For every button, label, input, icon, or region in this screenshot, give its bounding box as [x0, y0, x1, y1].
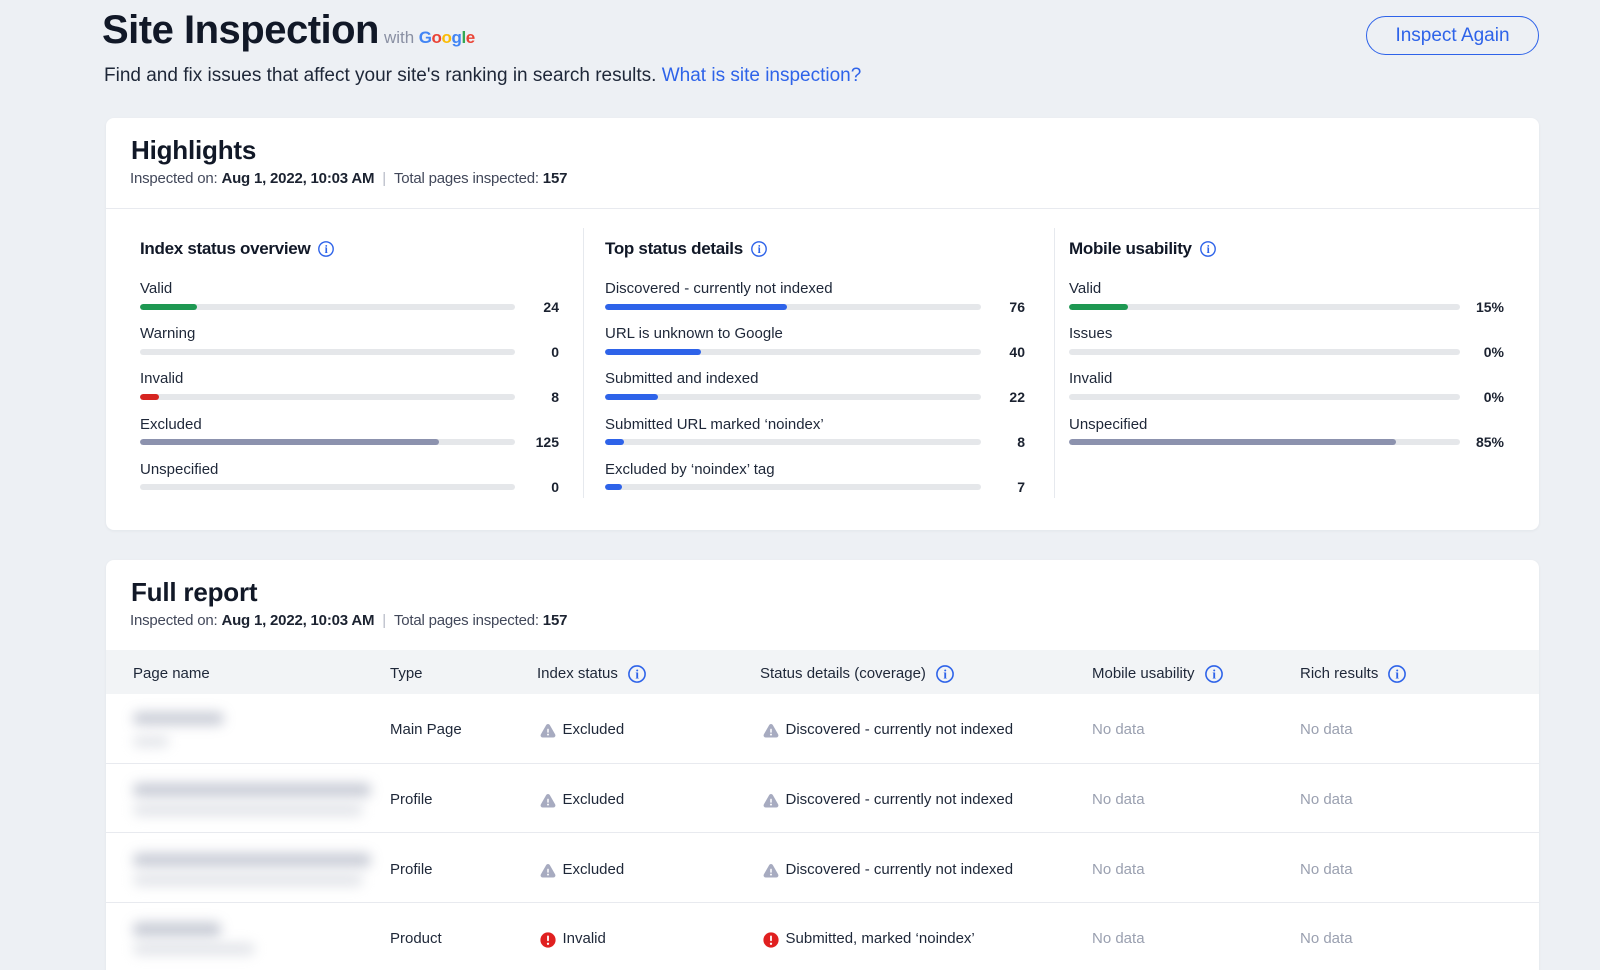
svg-text:i: i — [943, 666, 947, 681]
svg-text:i: i — [757, 244, 761, 256]
svg-text:i: i — [1396, 666, 1400, 681]
svg-text:i: i — [325, 244, 329, 256]
svg-text:i: i — [635, 666, 639, 681]
svg-text:i: i — [1206, 244, 1210, 256]
svg-text:i: i — [1212, 666, 1216, 681]
